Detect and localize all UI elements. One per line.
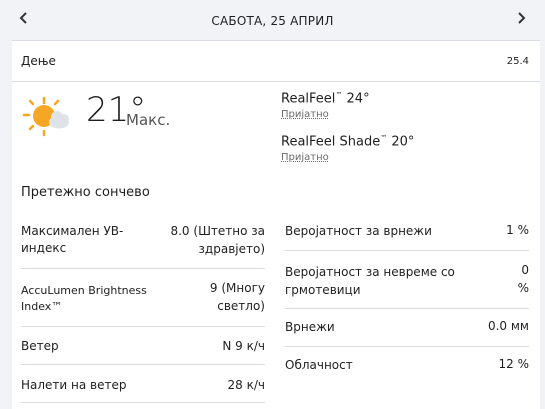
date-navigation-bar: САБОТА, 25 АПРИЛ [0,0,545,40]
detail-row-precip-prob: Веројатност за врнежи 1 % [285,213,529,251]
details-right-column: Веројатност за врнежи 1 % Веројатност за… [285,213,529,387]
detail-label: Врнежи [285,320,335,334]
temperature-kind: Макс. [126,111,171,129]
forecast-card: Дење 25.4 21° Макс. RealFeel™ 24° Пријат… [12,40,540,409]
period-date: 25.4 [506,56,529,67]
detail-label: Веројатност за врнежи [285,224,432,238]
realfeel: RealFeel™ 24° [281,91,370,106]
detail-row-wind: Ветер N 9 к/ч [21,327,265,365]
realfeel-shade-label: RealFeel Shade [281,134,381,150]
detail-value: 1 % [506,223,529,237]
detail-label: AccuLumen Brightness Index™ [21,284,147,313]
detail-value: 0.0 мм [487,319,529,333]
realfeel-shade-description[interactable]: Пријатно [281,152,329,163]
detail-row-cloud-cover: Облачност 12 % [285,347,529,387]
detail-label: Веројатност за невреме со грмотевици [285,265,455,297]
realfeel-shade-value: 20° [387,134,415,150]
detail-value: 12 % [498,357,530,371]
period-header: Дење 25.4 [12,41,540,82]
detail-value: 0 % [517,263,529,295]
detail-label: Налети на ветер [21,378,127,392]
detail-row-thunderstorm-prob: Веројатност за невреме со грмотевици 0 % [285,251,529,309]
realfeel-value: 24° [342,91,370,107]
detail-label: Облачност [285,358,353,372]
detail-label: Максимален УВ-индекс [21,224,124,255]
detail-value: 28 к/ч [227,378,265,392]
details-left-column: Максимален УВ-индекс 8.0 (Штетно за здра… [21,213,265,403]
realfeel-label: RealFeel [281,91,336,107]
date-title: САБОТА, 25 АПРИЛ [211,14,334,28]
realfeel-shade: RealFeel Shade™ 20° [281,134,414,149]
period-label: Дење [21,54,56,68]
detail-value: N 9 к/ч [222,339,265,353]
realfeel-description[interactable]: Пријатно [281,109,329,120]
detail-row-wind-gusts: Налети на ветер 28 к/ч [21,365,265,403]
next-day-button[interactable] [511,10,531,29]
chevron-right-icon [518,12,526,24]
weather-phrase: Претежно сончево [21,185,150,200]
detail-row-acculumen: AccuLumen Brightness Index™ 9 (Многу све… [21,269,265,327]
detail-value: 9 (Многу светло) [209,281,265,313]
detail-row-precipitation: Врнежи 0.0 мм [285,309,529,347]
detail-value: 8.0 (Штетно за здравјето) [170,224,265,256]
partly-sunny-icon [22,96,69,137]
detail-label: Ветер [21,339,59,353]
detail-row-uv: Максимален УВ-индекс 8.0 (Штетно за здра… [21,213,265,269]
